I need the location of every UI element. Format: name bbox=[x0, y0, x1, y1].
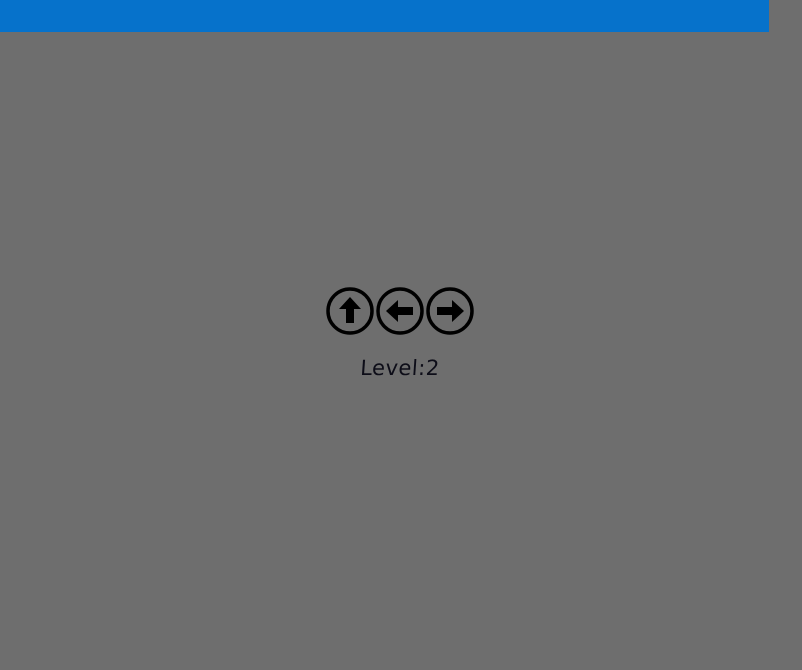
arrow-left-circle-icon bbox=[376, 287, 424, 335]
arrow-controls bbox=[326, 287, 474, 335]
arrow-up-circle-icon bbox=[326, 287, 374, 335]
arrow-right-circle-icon bbox=[426, 287, 474, 335]
level-indicator: Level:2 bbox=[359, 356, 441, 380]
arrow-right-button[interactable] bbox=[426, 287, 474, 335]
arrow-up-button[interactable] bbox=[326, 287, 374, 335]
top-header-bar bbox=[0, 0, 769, 32]
arrow-left-button[interactable] bbox=[376, 287, 424, 335]
right-edge-strip bbox=[769, 0, 802, 670]
